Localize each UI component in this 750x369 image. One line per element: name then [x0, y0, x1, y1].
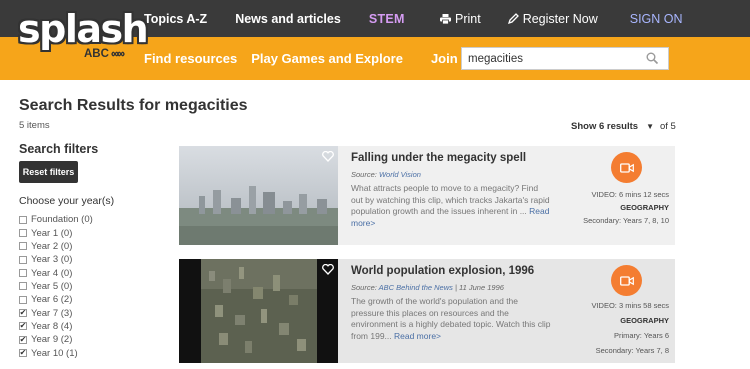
- result-description: The growth of the world's population and…: [351, 296, 551, 342]
- year-label: Year 2 (0): [31, 240, 73, 252]
- reset-filters-button[interactable]: Reset filters: [19, 161, 78, 183]
- results-per-page-select[interactable]: Show 6 results: [571, 121, 638, 132]
- register-link[interactable]: Register Now: [507, 12, 598, 26]
- year-label: Year 8 (4): [31, 320, 73, 332]
- checkbox[interactable]: [19, 282, 27, 291]
- nav-play-games[interactable]: Play Games and Explore: [251, 51, 403, 66]
- year-label: Year 9 (2): [31, 334, 73, 346]
- abc-lissajous-icon: [111, 51, 125, 57]
- video-duration: VIDEO: 3 mins 58 secs: [591, 301, 669, 310]
- nav-topics-az[interactable]: Topics A-Z: [144, 12, 207, 26]
- description-text: What attracts people to move to a megaci…: [351, 183, 550, 216]
- year-filter-item[interactable]: ✔ Year 8 (4): [19, 320, 93, 333]
- year-filter-heading: Choose your year(s): [19, 195, 115, 207]
- level-label: Secondary: Years 7, 8, 10: [583, 216, 669, 225]
- year-label: Year 6 (2): [31, 294, 73, 306]
- pagination-control: Show 6 results ▼ of 5: [571, 121, 676, 132]
- video-camera-icon: [619, 275, 634, 286]
- checkbox[interactable]: [19, 229, 27, 238]
- video-duration: VIDEO: 6 mins 12 secs: [591, 190, 669, 199]
- year-label: Year 3 (0): [31, 254, 73, 266]
- account-nav: Print Register Now SIGN ON: [440, 0, 683, 37]
- heart-icon[interactable]: [322, 264, 334, 275]
- year-label: Year 10 (1): [31, 347, 78, 359]
- checkbox[interactable]: [19, 269, 27, 278]
- checkbox[interactable]: ✔: [19, 322, 27, 331]
- checkbox[interactable]: ✔: [19, 335, 27, 344]
- checkbox[interactable]: ✔: [19, 349, 27, 358]
- pencil-icon: [507, 12, 519, 24]
- page-count: of 5: [659, 121, 676, 132]
- year-label: Year 5 (0): [31, 280, 73, 292]
- abc-logo: ABC: [84, 48, 125, 60]
- nav-stem[interactable]: STEM: [369, 12, 405, 26]
- page-title: Search Results for megacities: [19, 97, 248, 114]
- year-filter-item[interactable]: Foundation (0): [19, 213, 93, 226]
- source-date: | 11 June 1996: [454, 283, 504, 292]
- result-card[interactable]: World population explosion, 1996 Source:…: [179, 259, 675, 363]
- read-more-link[interactable]: Read more>: [394, 331, 441, 341]
- year-filter-item[interactable]: ✔ Year 7 (3): [19, 306, 93, 319]
- year-label: Year 7 (3): [31, 307, 73, 319]
- heart-icon[interactable]: [322, 151, 334, 162]
- result-source: Source: World Vision: [351, 170, 421, 179]
- year-filter-item[interactable]: ✔ Year 10 (1): [19, 346, 93, 359]
- checkbox[interactable]: ✔: [19, 309, 27, 318]
- video-camera-icon: [619, 162, 634, 173]
- checkbox[interactable]: [19, 295, 27, 304]
- video-thumbnail[interactable]: [179, 146, 338, 245]
- filters-heading: Search filters: [19, 142, 99, 156]
- print-label: Print: [455, 11, 481, 26]
- items-count: 5 items: [19, 120, 50, 131]
- description-text: The growth of the world's population and…: [351, 296, 551, 341]
- year-filter-item[interactable]: Year 6 (2): [19, 293, 93, 306]
- sign-on-link[interactable]: SIGN ON: [630, 12, 683, 26]
- search-box: [461, 47, 669, 70]
- year-filter-list: Foundation (0) Year 1 (0) Year 2 (0) Yea…: [19, 213, 93, 360]
- result-card[interactable]: Falling under the megacity spell Source:…: [179, 146, 675, 245]
- search-icon[interactable]: [646, 52, 659, 65]
- level-label: Primary: Years 6: [613, 331, 669, 340]
- year-label: Year 4 (0): [31, 267, 73, 279]
- checkbox[interactable]: [19, 215, 27, 224]
- year-filter-item[interactable]: Year 2 (0): [19, 240, 93, 253]
- year-filter-item[interactable]: Year 5 (0): [19, 280, 93, 293]
- source-link[interactable]: World Vision: [379, 170, 421, 179]
- year-filter-item[interactable]: Year 3 (0): [19, 253, 93, 266]
- result-description: What attracts people to move to a megaci…: [351, 183, 551, 229]
- video-type-badge: [611, 265, 642, 296]
- logo-wordmark: splash: [18, 7, 149, 51]
- checkbox[interactable]: [19, 255, 27, 264]
- chevron-down-icon[interactable]: ▼: [646, 122, 654, 131]
- subject-label: GEOGRAPHY: [620, 316, 669, 325]
- main-nav: Find resources Play Games and Explore Jo…: [144, 37, 487, 80]
- year-label: Year 1 (0): [31, 227, 73, 239]
- printer-icon: [440, 13, 451, 24]
- register-label: Register Now: [522, 11, 598, 26]
- year-filter-item[interactable]: ✔ Year 9 (2): [19, 333, 93, 346]
- top-nav: Topics A-Z News and articles STEM: [144, 0, 433, 37]
- result-title[interactable]: World population explosion, 1996: [351, 265, 534, 277]
- year-label: Foundation (0): [31, 214, 93, 226]
- checkbox[interactable]: [19, 242, 27, 251]
- abc-text: ABC: [84, 48, 109, 60]
- source-prefix: Source:: [351, 283, 377, 292]
- nav-find-resources[interactable]: Find resources: [144, 51, 237, 66]
- level-label: Secondary: Years 7, 8: [595, 346, 669, 355]
- source-link[interactable]: ABC Behind the News: [379, 283, 453, 292]
- result-title[interactable]: Falling under the megacity spell: [351, 152, 526, 164]
- splash-logo[interactable]: splash ABC: [18, 7, 149, 69]
- video-type-badge: [611, 152, 642, 183]
- result-source: Source: ABC Behind the News | 11 June 19…: [351, 283, 504, 292]
- source-prefix: Source:: [351, 170, 377, 179]
- print-link[interactable]: Print: [440, 12, 481, 26]
- video-thumbnail[interactable]: [179, 259, 338, 363]
- year-filter-item[interactable]: Year 1 (0): [19, 226, 93, 239]
- year-filter-item[interactable]: Year 4 (0): [19, 266, 93, 279]
- search-input[interactable]: [462, 52, 642, 65]
- subject-label: GEOGRAPHY: [620, 203, 669, 212]
- nav-news-articles[interactable]: News and articles: [235, 12, 341, 26]
